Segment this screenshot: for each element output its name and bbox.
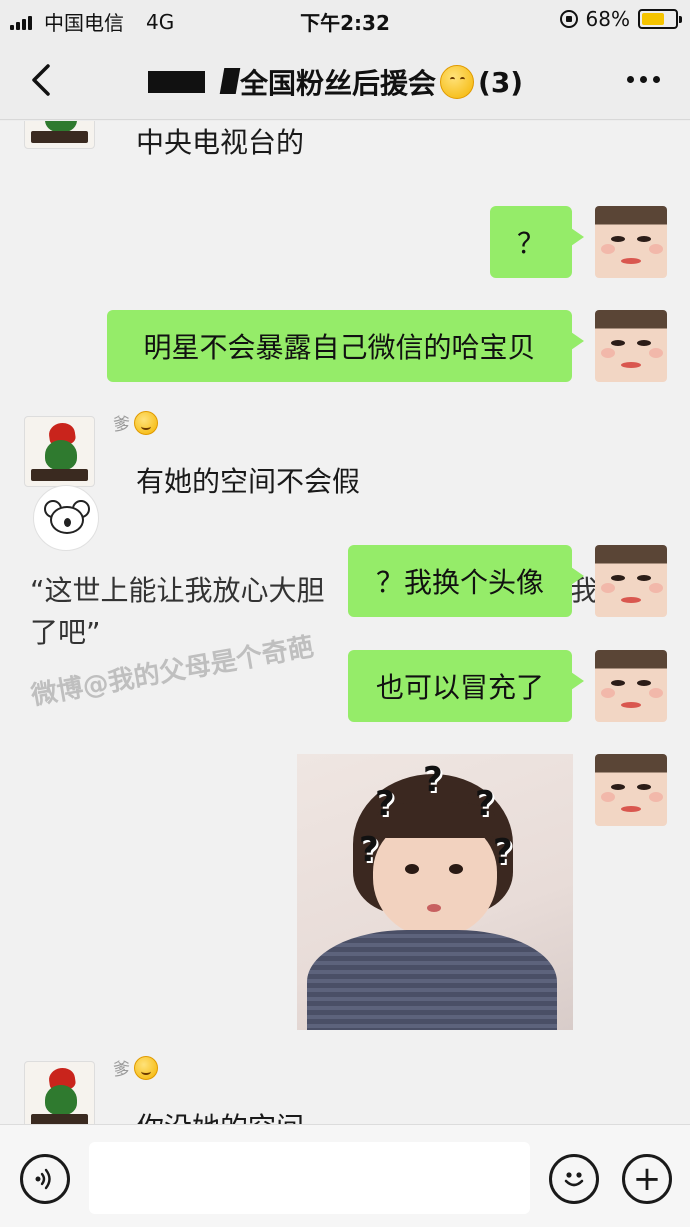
voice-waves-icon bbox=[35, 1168, 51, 1190]
avatar-self[interactable] bbox=[595, 545, 667, 617]
avatar-dad[interactable] bbox=[24, 121, 95, 149]
group-name: 全国粉丝后援会 bbox=[240, 67, 437, 100]
avatar-dad[interactable] bbox=[24, 1061, 95, 1124]
member-count: (3) bbox=[478, 65, 524, 99]
avatar-dad[interactable] bbox=[24, 416, 95, 487]
quote-line-2: 了吧” bbox=[30, 616, 101, 649]
avatar-self[interactable] bbox=[595, 310, 667, 382]
sticker-image[interactable]: ? ? ? ? ? bbox=[297, 754, 573, 1030]
nav-bar: 全国粉丝后援会 (3) bbox=[0, 40, 690, 120]
status-right: 68% bbox=[559, 7, 682, 31]
sticker-question-mark: ? bbox=[375, 784, 395, 824]
battery-percent: 68% bbox=[585, 7, 630, 31]
more-dots-icon[interactable] bbox=[627, 76, 660, 83]
plus-icon[interactable]: + bbox=[622, 1154, 672, 1204]
message-text: 你没她的空间 bbox=[136, 1106, 304, 1124]
message-text: 有她的空间不会假 bbox=[136, 465, 361, 498]
redaction-bar bbox=[148, 71, 205, 93]
battery-fill bbox=[642, 13, 664, 25]
koala-icon bbox=[33, 485, 99, 551]
sender-label: 爹 bbox=[113, 1060, 130, 1080]
smile-emoji-icon bbox=[134, 410, 158, 435]
message-bubble[interactable]: 明星不会暴露自己微信的哈宝贝 bbox=[107, 310, 584, 382]
rotation-lock-icon bbox=[559, 10, 578, 28]
chat-title: 全国粉丝后援会 (3) bbox=[240, 62, 523, 102]
message-bubble[interactable]: ？我换个头像 bbox=[348, 545, 584, 617]
input-bar: + bbox=[0, 1124, 690, 1227]
avatar-self[interactable] bbox=[595, 754, 667, 826]
emoji-icon[interactable] bbox=[549, 1154, 599, 1204]
message-input[interactable] bbox=[89, 1142, 530, 1214]
message-text: 中央电视台的 bbox=[136, 126, 305, 159]
sender-name: 爹 bbox=[113, 410, 158, 435]
sticker-question-mark: ? bbox=[493, 832, 513, 872]
chat-area[interactable]: 中央电视台的 ？ 明星不会暴露自己微信的哈宝贝 爹 有她的空间不会假 “这世上能… bbox=[0, 121, 690, 1124]
message-bubble[interactable]: 也可以冒充了 bbox=[348, 650, 584, 722]
voice-icon[interactable] bbox=[20, 1154, 70, 1204]
quote-line-1: “这世上能让我放心大胆 bbox=[30, 574, 325, 607]
sticker-question-mark: ? bbox=[423, 760, 443, 800]
chevron-left-icon[interactable] bbox=[26, 62, 56, 98]
avatar-self[interactable] bbox=[595, 206, 667, 278]
avatar-self[interactable] bbox=[595, 650, 667, 722]
hugging-face-emoji-icon bbox=[440, 65, 475, 99]
battery-icon bbox=[638, 9, 682, 29]
sticker-question-mark: ? bbox=[475, 784, 495, 824]
sender-label: 爹 bbox=[113, 415, 130, 435]
sender-name: 爹 bbox=[113, 1055, 158, 1080]
smile-emoji-icon bbox=[134, 1055, 158, 1080]
status-bar: 中国电信 4G 下午2:32 68% bbox=[0, 0, 690, 40]
smiley-face-icon bbox=[564, 1172, 584, 1187]
redaction-bar bbox=[219, 68, 241, 94]
sticker-question-mark: ? bbox=[359, 830, 379, 870]
message-bubble[interactable]: ？ bbox=[490, 206, 584, 278]
